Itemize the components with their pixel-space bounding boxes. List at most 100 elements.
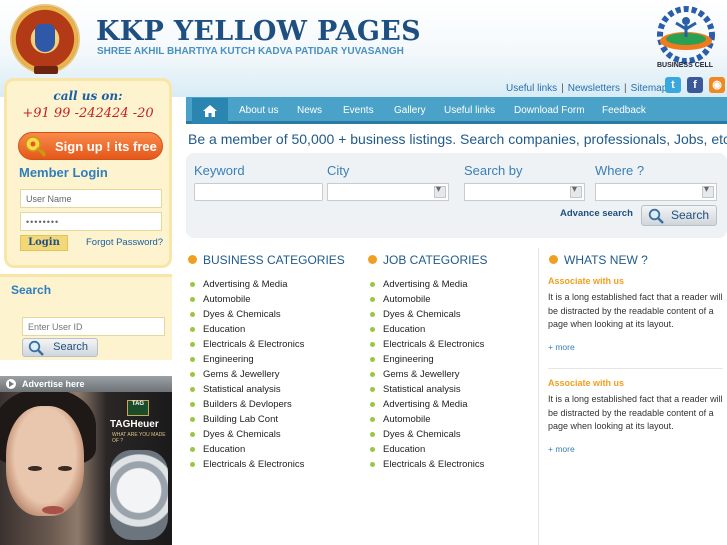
ad-eye bbox=[58, 466, 72, 471]
job-category-item[interactable]: Education bbox=[370, 323, 484, 338]
divider bbox=[548, 368, 723, 369]
ad-slogan: WHAT ARE YOU MADE OF ? bbox=[112, 432, 166, 444]
facebook-icon[interactable]: f bbox=[687, 77, 703, 93]
nav-feedback[interactable]: Feedback bbox=[602, 105, 646, 116]
site-title[interactable]: KKP YELLOW PAGES bbox=[96, 16, 421, 47]
user-search-panel: Search Enter User ID Search bbox=[0, 274, 172, 360]
ad-brand-logo: TAG bbox=[127, 400, 149, 416]
login-button[interactable]: Login bbox=[20, 235, 68, 251]
user-search-label: Search bbox=[53, 341, 88, 353]
business-category-item[interactable]: Advertising & Media bbox=[190, 278, 304, 293]
nav-home-button[interactable] bbox=[192, 98, 228, 124]
ad-brand-name: TAGHeuer bbox=[110, 419, 159, 430]
ad-watch-image bbox=[110, 450, 168, 540]
job-category-item[interactable]: Engineering bbox=[370, 353, 484, 368]
job-categories-title: JOB CATEGORIES bbox=[383, 253, 488, 267]
news-body: It is a long established fact that a rea… bbox=[548, 394, 723, 431]
business-category-item[interactable]: Gems & Jewellery bbox=[190, 368, 304, 383]
twitter-icon[interactable]: t bbox=[665, 77, 681, 93]
job-category-item[interactable]: Electricals & Electronics bbox=[370, 458, 484, 473]
advertise-bar[interactable]: Advertise here bbox=[0, 376, 172, 392]
whats-new-heading: WHATS NEW ? bbox=[549, 253, 648, 267]
advance-search-link[interactable]: Advance search bbox=[560, 208, 633, 219]
job-category-item[interactable]: Advertising & Media bbox=[370, 398, 484, 413]
nav-download-form[interactable]: Download Form bbox=[514, 105, 585, 116]
nav-events[interactable]: Events bbox=[343, 105, 374, 116]
seal-ribbon bbox=[34, 66, 58, 74]
job-category-item[interactable]: Gems & Jewellery bbox=[370, 368, 484, 383]
member-login-title: Member Login bbox=[19, 165, 108, 180]
business-category-item[interactable]: Education bbox=[190, 443, 304, 458]
business-categories-list: Advertising & Media Automobile Dyes & Chem… bbox=[190, 278, 304, 473]
business-category-item[interactable]: Dyes & Chemicals bbox=[190, 308, 304, 323]
toplink-useful-links[interactable]: Useful links bbox=[506, 83, 557, 94]
search-by-label: Search by bbox=[464, 163, 523, 178]
business-category-item[interactable]: Electricals & Electronics bbox=[190, 338, 304, 353]
news-title[interactable]: Associate with us bbox=[548, 378, 727, 388]
nav-about-us[interactable]: About us bbox=[239, 105, 278, 116]
news-more-link[interactable]: + more bbox=[548, 342, 727, 352]
contact-login-panel: call us on: +91 99 -242424 -20 Sign up !… bbox=[4, 78, 172, 268]
city-label: City bbox=[327, 163, 350, 178]
business-cell-label: BUSINESS CELL bbox=[656, 62, 713, 69]
job-category-item[interactable]: Automobile bbox=[370, 413, 484, 428]
ad-eye bbox=[28, 466, 42, 471]
city-select[interactable] bbox=[327, 183, 449, 201]
play-icon bbox=[6, 379, 16, 389]
business-category-item[interactable]: Building Lab Cont bbox=[190, 413, 304, 428]
news-more-link[interactable]: + more bbox=[548, 444, 727, 454]
organization-seal-logo[interactable] bbox=[12, 6, 78, 74]
main-nav: About us News Events Gallery Useful link… bbox=[186, 97, 727, 124]
signup-button[interactable]: Sign up ! its free bbox=[18, 132, 163, 160]
callus-number: +91 99 -242424 -20 bbox=[22, 106, 154, 121]
bullet-icon bbox=[368, 255, 377, 264]
job-category-item[interactable]: Statistical analysis bbox=[370, 383, 484, 398]
business-category-item[interactable]: Statistical analysis bbox=[190, 383, 304, 398]
business-category-item[interactable]: Automobile bbox=[190, 293, 304, 308]
user-search-title: Search bbox=[11, 283, 52, 297]
bullet-icon bbox=[188, 255, 197, 264]
business-categories-heading: BUSINESS CATEGORIES bbox=[188, 253, 345, 267]
search-by-select[interactable] bbox=[464, 183, 585, 201]
keyword-input[interactable] bbox=[194, 183, 323, 201]
advertise-label: Advertise here bbox=[22, 379, 85, 389]
signup-label: Sign up ! its free bbox=[55, 139, 157, 154]
news-title[interactable]: Associate with us bbox=[548, 276, 727, 286]
username-input[interactable]: User Name bbox=[20, 189, 162, 208]
main-search-button[interactable]: Search bbox=[641, 205, 717, 226]
chevron-down-icon bbox=[434, 184, 446, 198]
nav-gallery[interactable]: Gallery bbox=[394, 105, 426, 116]
nav-news[interactable]: News bbox=[297, 105, 322, 116]
ad-model-face bbox=[6, 406, 84, 516]
nav-useful-links[interactable]: Useful links bbox=[444, 105, 495, 116]
separator: | bbox=[624, 83, 627, 94]
password-input[interactable]: •••••••• bbox=[20, 212, 162, 231]
rss-icon[interactable]: ◉ bbox=[709, 77, 725, 93]
bullet-icon bbox=[549, 255, 558, 264]
forgot-password-link[interactable]: Forgot Password? bbox=[86, 237, 163, 248]
whats-new-panel: WHATS NEW ? Associate with us It is a lo… bbox=[538, 248, 727, 545]
toplink-newsletters[interactable]: Newsletters bbox=[568, 83, 620, 94]
job-category-item[interactable]: Advertising & Media bbox=[370, 278, 484, 293]
job-category-item[interactable]: Dyes & Chemicals bbox=[370, 308, 484, 323]
news-item: Associate with us It is a long establish… bbox=[548, 276, 727, 352]
business-category-item[interactable]: Dyes & Chemicals bbox=[190, 428, 304, 443]
job-category-item[interactable]: Automobile bbox=[370, 293, 484, 308]
user-search-button[interactable]: Search bbox=[22, 338, 98, 357]
seal-emblem bbox=[35, 24, 55, 52]
membership-tagline: Be a member of 50,000 + business listing… bbox=[188, 131, 727, 147]
job-category-item[interactable]: Electricals & Electronics bbox=[370, 338, 484, 353]
job-category-item[interactable]: Education bbox=[370, 443, 484, 458]
toplink-sitemap[interactable]: Sitemap bbox=[631, 83, 668, 94]
where-select[interactable] bbox=[595, 183, 717, 201]
business-category-item[interactable]: Education bbox=[190, 323, 304, 338]
business-category-item[interactable]: Electricals & Electronics bbox=[190, 458, 304, 473]
user-id-input[interactable]: Enter User ID bbox=[22, 317, 165, 336]
callus-heading: call us on: bbox=[53, 89, 123, 103]
job-category-item[interactable]: Dyes & Chemicals bbox=[370, 428, 484, 443]
chevron-down-icon bbox=[570, 184, 582, 198]
keyword-label: Keyword bbox=[194, 163, 245, 178]
advertisement-banner[interactable]: TAG TAGHeuer WHAT ARE YOU MADE OF ? bbox=[0, 392, 172, 545]
business-category-item[interactable]: Engineering bbox=[190, 353, 304, 368]
business-category-item[interactable]: Builders & Devlopers bbox=[190, 398, 304, 413]
